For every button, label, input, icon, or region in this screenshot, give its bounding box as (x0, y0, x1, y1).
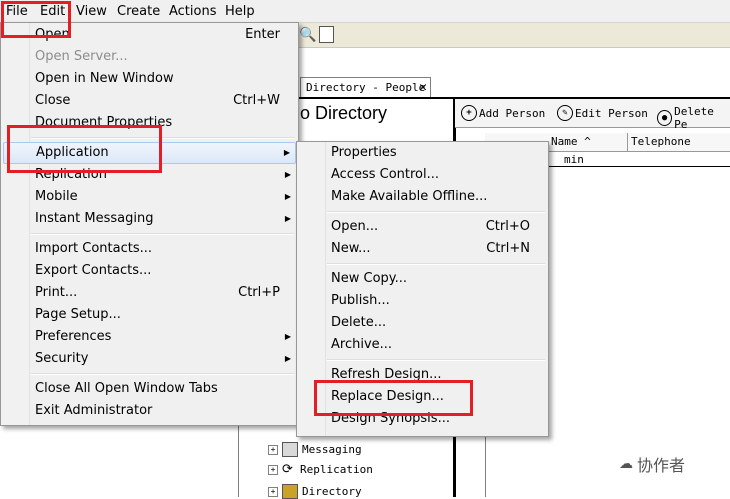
expand-icon[interactable]: + (268, 444, 278, 455)
menu-actions[interactable]: Actions (169, 4, 217, 19)
menu-item-open-server: Open Server... (35, 49, 128, 64)
menu-item-publish[interactable]: Publish... (299, 290, 546, 312)
callout-file-edit (1, 1, 71, 38)
delete-person-button[interactable]: ● Delete Pe (657, 105, 730, 131)
menu-item-instant-messaging[interactable]: Instant Messaging ▶ (3, 208, 296, 230)
close-icon[interactable]: ✕ (419, 78, 427, 98)
menu-bar: File Edit View Create Actions Help (0, 0, 730, 23)
menu-item-close[interactable]: Close Ctrl+W (3, 90, 296, 112)
wechat-icon: ☁ (619, 456, 633, 472)
menu-item-preferences[interactable]: Preferences ▶ (3, 326, 296, 348)
menu-item-open-new-window[interactable]: Open in New Window (3, 68, 296, 90)
menu-item-app-open[interactable]: Open... Ctrl+O (299, 216, 546, 238)
delete-icon: ● (657, 110, 673, 126)
submenu-arrow-icon: ▶ (284, 170, 291, 179)
callout-replace-design (314, 380, 473, 416)
menu-item-archive[interactable]: Archive... (299, 334, 546, 356)
menu-item-make-available-offline[interactable]: Make Available Offline... (299, 186, 546, 208)
watermark: ☁ 协作者 (619, 456, 686, 475)
document-icon[interactable] (319, 26, 334, 43)
expand-icon[interactable]: + (268, 464, 278, 475)
messaging-icon (282, 442, 298, 457)
menu-item-exit-administrator[interactable]: Exit Administrator (3, 400, 296, 422)
menu-item-access-control[interactable]: Access Control... (299, 164, 546, 186)
menu-item-close-all-tabs[interactable]: Close All Open Window Tabs (3, 378, 296, 400)
tree-item-messaging[interactable]: + Messaging (268, 442, 362, 457)
menu-item-mobile[interactable]: Mobile ▶ (3, 186, 296, 208)
menu-create[interactable]: Create (117, 4, 160, 19)
menu-view[interactable]: View (76, 4, 107, 19)
callout-application (7, 125, 162, 173)
menu-item-security[interactable]: Security ▶ (3, 348, 296, 370)
submenu-arrow-icon: ▶ (283, 148, 290, 157)
submenu-arrow-icon: ▶ (284, 354, 291, 363)
column-telephone[interactable]: Telephone (631, 135, 691, 148)
menu-separator (327, 211, 545, 213)
file-menu: Open Enter Open Server... Open in New Win… (0, 22, 299, 426)
submenu-arrow-icon: ▶ (284, 214, 291, 223)
menu-item-import-contacts[interactable]: Import Contacts... (3, 238, 296, 260)
expand-icon[interactable]: + (268, 486, 278, 497)
menu-item-app-new[interactable]: New... Ctrl+N (299, 238, 546, 260)
edit-person-button[interactable]: ✎ Edit Person (557, 105, 648, 121)
action-bar: + Add Person ✎ Edit Person ● Delete Pe (455, 99, 730, 131)
menu-separator (31, 233, 295, 235)
submenu-arrow-icon: ▶ (284, 332, 291, 341)
add-icon: + (461, 105, 477, 121)
menu-separator (327, 263, 545, 265)
menu-separator (327, 359, 545, 361)
menu-item-print[interactable]: Print... Ctrl+P (3, 282, 296, 304)
page-title: o Directory (300, 103, 388, 123)
column-divider (627, 133, 628, 151)
pencil-icon: ✎ (557, 105, 573, 121)
column-name[interactable]: Name ^ (551, 135, 591, 148)
menu-item-properties[interactable]: Properties (299, 142, 546, 164)
tab-label: Directory - People (306, 81, 426, 94)
add-person-button[interactable]: + Add Person (461, 105, 545, 121)
tree-item-replication[interactable]: + ⟳ Replication (268, 463, 373, 476)
tab-directory-people[interactable]: Directory - People ✕ (300, 77, 431, 97)
replication-icon: ⟳ (282, 462, 293, 477)
menu-item-delete[interactable]: Delete... (299, 312, 546, 334)
submenu-arrow-icon: ▶ (284, 192, 291, 201)
menu-item-page-setup[interactable]: Page Setup... (3, 304, 296, 326)
menu-item-export-contacts[interactable]: Export Contacts... (3, 260, 296, 282)
menu-help[interactable]: Help (225, 4, 255, 19)
menu-separator (31, 373, 295, 375)
search-icon[interactable]: 🔍 (299, 27, 316, 43)
menu-item-new-copy[interactable]: New Copy... (299, 268, 546, 290)
